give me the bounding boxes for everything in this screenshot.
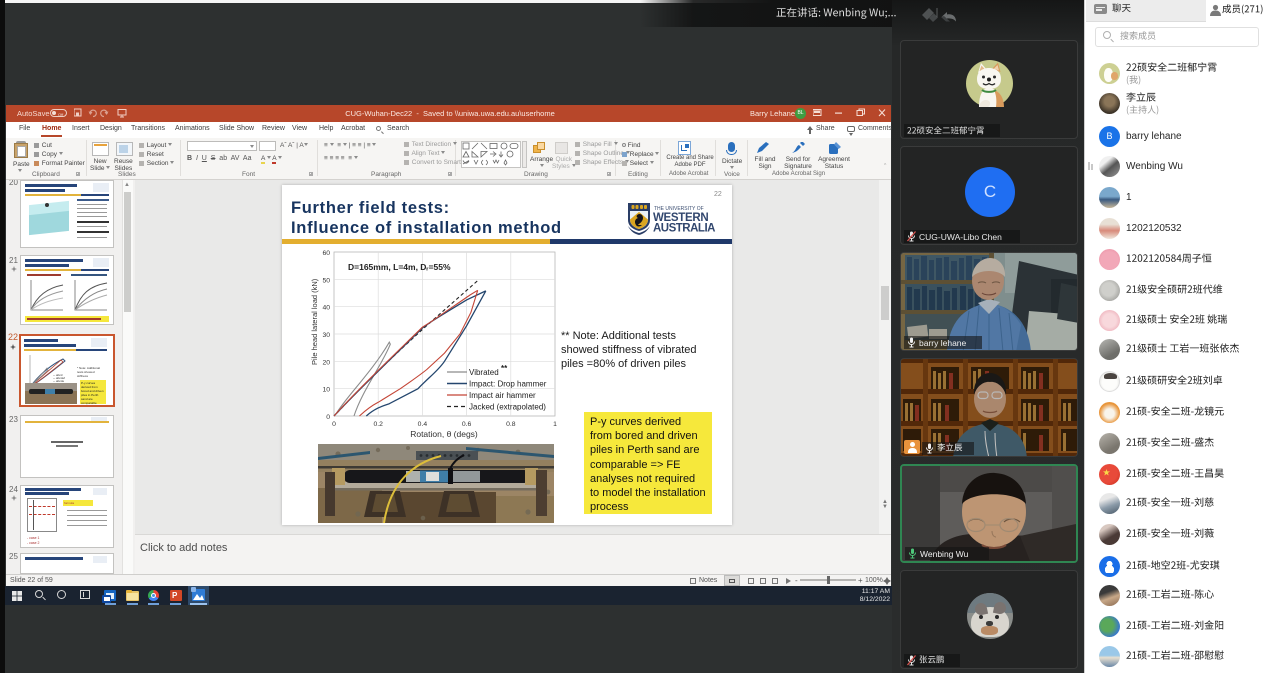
svg-text:Jacked (extrapolated): Jacked (extrapolated)	[469, 403, 546, 412]
svg-text:50: 50	[322, 277, 330, 284]
svg-text:0: 0	[332, 421, 336, 428]
svg-text:30: 30	[322, 332, 330, 339]
svg-text:Pile head lateral load (kN): Pile head lateral load (kN)	[310, 278, 319, 365]
svg-text:Impact: Drop hammer: Impact: Drop hammer	[469, 380, 547, 389]
svg-text:AUSTRALIA: AUSTRALIA	[653, 223, 715, 235]
svg-text:60: 60	[322, 250, 330, 257]
svg-text:0.8: 0.8	[506, 421, 516, 428]
svg-text:10: 10	[322, 387, 330, 394]
svg-text:40: 40	[322, 305, 330, 312]
svg-text:0.6: 0.6	[462, 421, 472, 428]
svg-text:D=165mm, L=4m, Dᵣ=55%: D=165mm, L=4m, Dᵣ=55%	[348, 262, 451, 272]
svg-text:0.2: 0.2	[373, 421, 383, 428]
svg-text:**: **	[501, 364, 508, 373]
svg-text:1: 1	[553, 421, 557, 428]
svg-text:20: 20	[322, 359, 330, 366]
svg-text:Vibrated: Vibrated	[469, 368, 499, 377]
svg-text:Rotation, θ (degs): Rotation, θ (degs)	[410, 429, 478, 439]
svg-text:Impact air hammer: Impact air hammer	[469, 391, 536, 400]
svg-text:0.4: 0.4	[418, 421, 428, 428]
svg-text:0: 0	[326, 414, 330, 421]
